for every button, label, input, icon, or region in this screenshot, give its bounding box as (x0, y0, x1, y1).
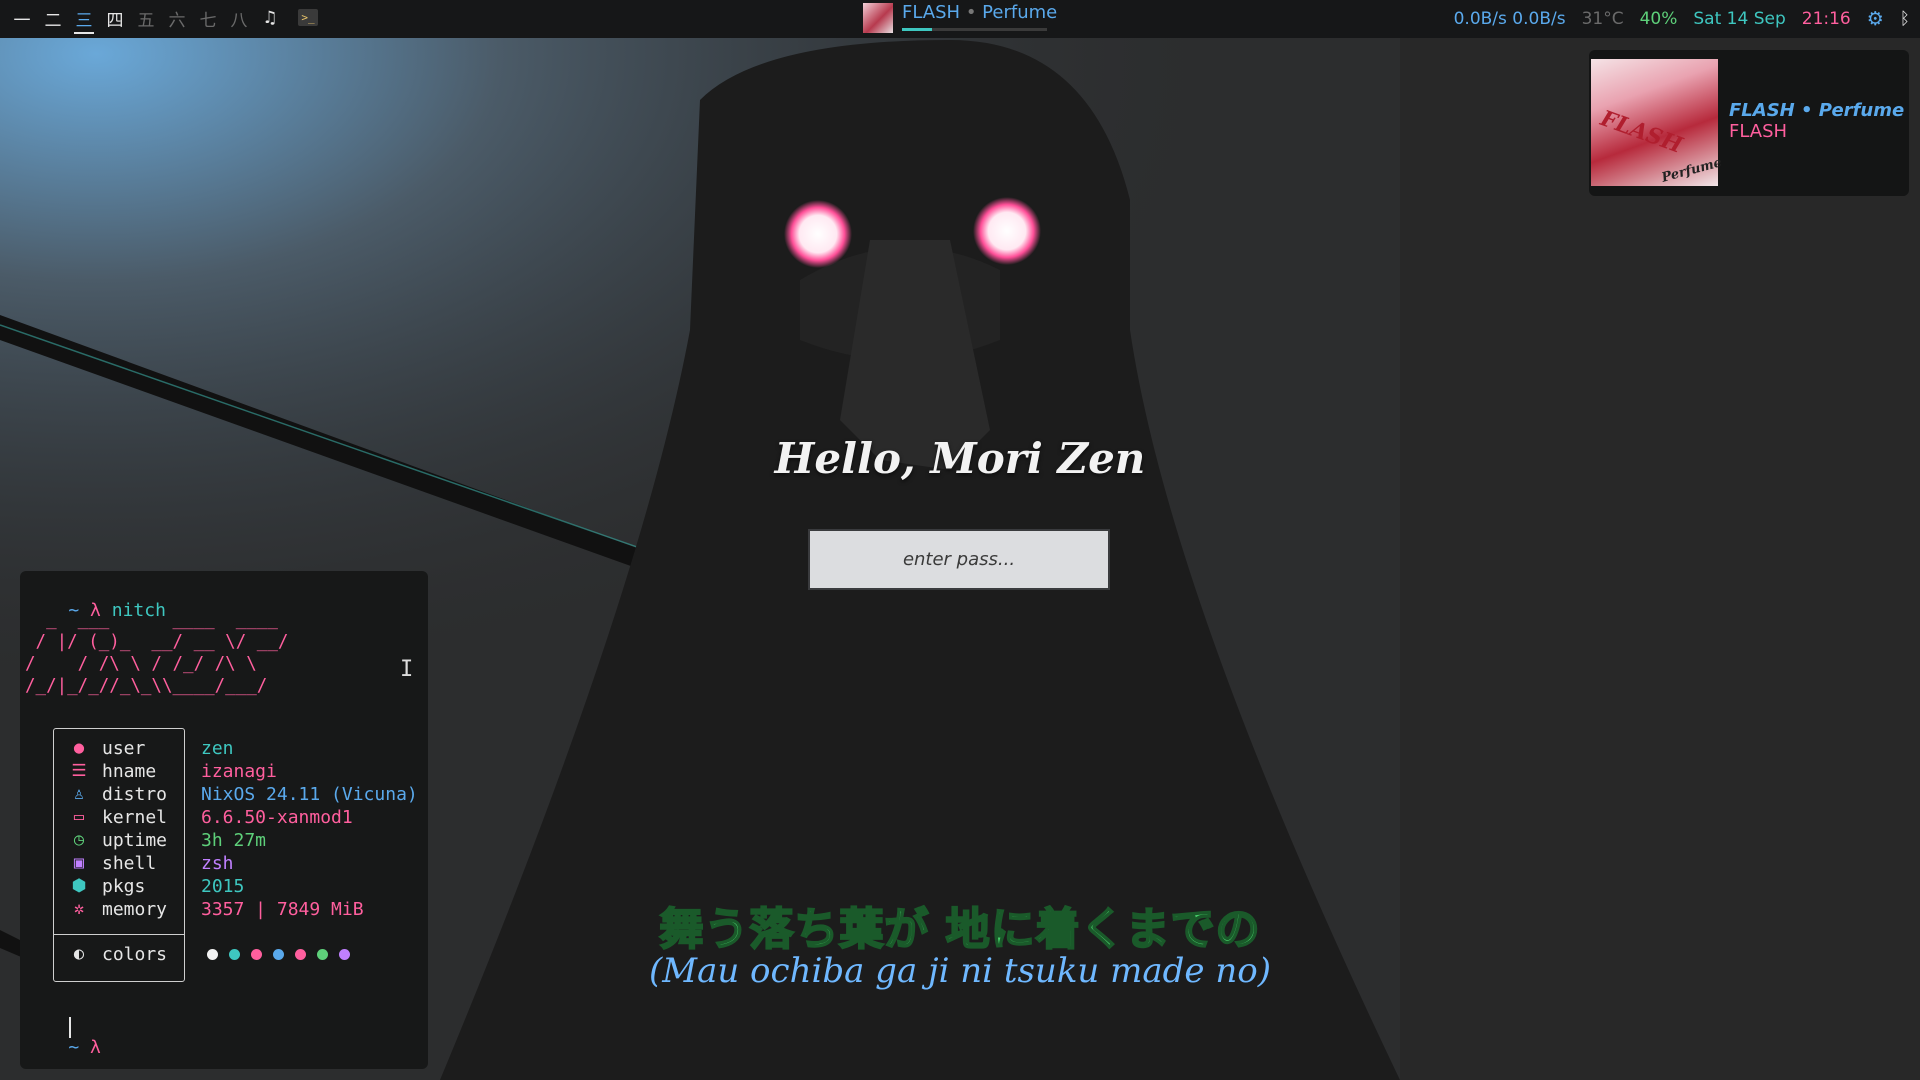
color-swatch (317, 949, 328, 960)
info-value: izanagi (201, 761, 277, 782)
info-label: kernel (102, 807, 168, 828)
gear-icon[interactable]: ⚙ (1867, 8, 1884, 30)
color-swatch (339, 949, 350, 960)
laptop-icon: ▭ (73, 807, 85, 827)
workspace-5[interactable]: 五 (131, 0, 161, 36)
prompt-line[interactable]: ~ λ (25, 1016, 101, 1079)
now-playing-title[interactable]: FLASH • Perfume (902, 2, 1057, 23)
workspace-2[interactable]: 二 (38, 0, 68, 36)
bluetooth-icon[interactable]: ᛒ (1900, 9, 1910, 29)
workspace-1[interactable]: 一 (7, 0, 37, 36)
linux-icon: ♙ (73, 784, 85, 804)
now-playing-thumbnail[interactable] (863, 3, 893, 33)
prompt-lambda: λ (90, 1037, 101, 1058)
lyrics-romaji: (Mau ochiba ga ji ni tsuku made no) (649, 951, 1271, 991)
terminal-icon: ▣ (73, 853, 85, 873)
status-area: 0.0B/s 0.0B/s 31°C 40% Sat 14 Sep 21:16 … (1438, 0, 1910, 38)
lyrics-japanese: 舞う落ち葉が 地に着くまでの (658, 903, 1261, 956)
workspace-music[interactable]: ♫ (255, 0, 285, 36)
info-label: uptime (102, 830, 168, 851)
info-value: zen (201, 738, 234, 759)
color-swatch (207, 949, 218, 960)
info-label: pkgs (102, 876, 146, 897)
info-value: NixOS 24.11 (Vicuna) (201, 784, 418, 805)
package-icon: ⬢ (71, 876, 87, 896)
cpu-temperature: 31°C (1581, 9, 1624, 29)
info-row-uptime: ◷ uptime 3h 27m (20, 830, 410, 853)
mouse-cursor-icon: I (400, 657, 414, 682)
notification-body: FLASH (1729, 121, 1788, 142)
now-playing-progress[interactable] (902, 28, 1047, 31)
album-art: FLASH Perfume (1591, 59, 1724, 186)
info-label: colors (102, 944, 168, 965)
info-row-kernel: ▭ kernel 6.6.50-xanmod1 (20, 807, 410, 830)
battery-level: 40% (1639, 9, 1678, 29)
now-playing-separator: • (965, 2, 977, 23)
color-swatch (295, 949, 306, 960)
hostname-icon: ☰ (71, 761, 87, 781)
info-label: distro (102, 784, 168, 805)
info-label: user (102, 738, 146, 759)
color-swatch (273, 949, 284, 960)
workspace-7[interactable]: 七 (193, 0, 223, 36)
info-value: 3h 27m (201, 830, 267, 851)
workspace-4[interactable]: 四 (100, 0, 130, 36)
info-row-distro: ♙ distro NixOS 24.11 (Vicuna) (20, 784, 418, 807)
workspace-8[interactable]: 八 (224, 0, 254, 36)
info-row-memory: ✲ memory 3357 | 7849 MiB (20, 899, 410, 922)
terminal-window[interactable]: ~ λ nitch _ ___ ____ ____ / |/ (_)_ __/ … (20, 571, 428, 1069)
info-separator (54, 934, 184, 935)
info-label: hname (102, 761, 157, 782)
prompt-tilde: ~ (68, 1037, 80, 1058)
info-row-pkgs: ⬢ pkgs 2015 (20, 876, 410, 899)
clock: 21:16 (1801, 9, 1851, 29)
music-notification[interactable]: FLASH Perfume FLASH • Perfume FLASH (1589, 50, 1909, 196)
network-speed: 0.0B/s 0.0B/s (1453, 9, 1566, 29)
password-field[interactable] (808, 529, 1110, 590)
info-row-colors: ◐ colors (20, 944, 410, 967)
now-playing-progress-fill (902, 28, 933, 31)
workspace-6[interactable]: 六 (162, 0, 192, 36)
album-art-text-perfume: Perfume (1660, 155, 1724, 186)
info-value: 2015 (201, 876, 245, 897)
chip-icon: ✲ (73, 899, 85, 919)
notification-title: FLASH • Perfume (1729, 100, 1905, 121)
palette-icon: ◐ (73, 944, 85, 964)
date: Sat 14 Sep (1693, 9, 1786, 29)
color-palette (207, 944, 361, 965)
info-row-hname: ☰ hname izanagi (20, 761, 410, 784)
info-value: zsh (201, 853, 234, 874)
ascii-logo: _ ___ ____ ____ / |/ (_)_ __/ __ \/ __/ … (25, 610, 289, 696)
clock-icon: ◷ (73, 830, 85, 850)
info-value: 6.6.50-xanmod1 (201, 807, 353, 828)
terminal-icon[interactable]: >_ (298, 9, 318, 26)
color-swatch (229, 949, 240, 960)
user-icon: ● (73, 738, 85, 758)
greeting: Hello, Mori Zen (774, 434, 1146, 483)
now-playing-track: FLASH (902, 2, 961, 23)
info-row-shell: ▣ shell zsh (20, 853, 410, 876)
info-label: memory (102, 899, 168, 920)
text-cursor (69, 1017, 71, 1038)
info-value: 3357 | 7849 MiB (201, 899, 364, 920)
now-playing-artist: Perfume (982, 2, 1058, 23)
info-row-user: ● user zen (20, 738, 410, 761)
top-bar: 一 二 三 四 五 六 七 八 ♫ >_ FLASH • Perfume 0.0… (0, 0, 1920, 38)
album-art-text-flash: FLASH (1597, 105, 1686, 159)
color-swatch (251, 949, 262, 960)
workspace-3[interactable]: 三 (69, 0, 99, 36)
info-label: shell (102, 853, 157, 874)
